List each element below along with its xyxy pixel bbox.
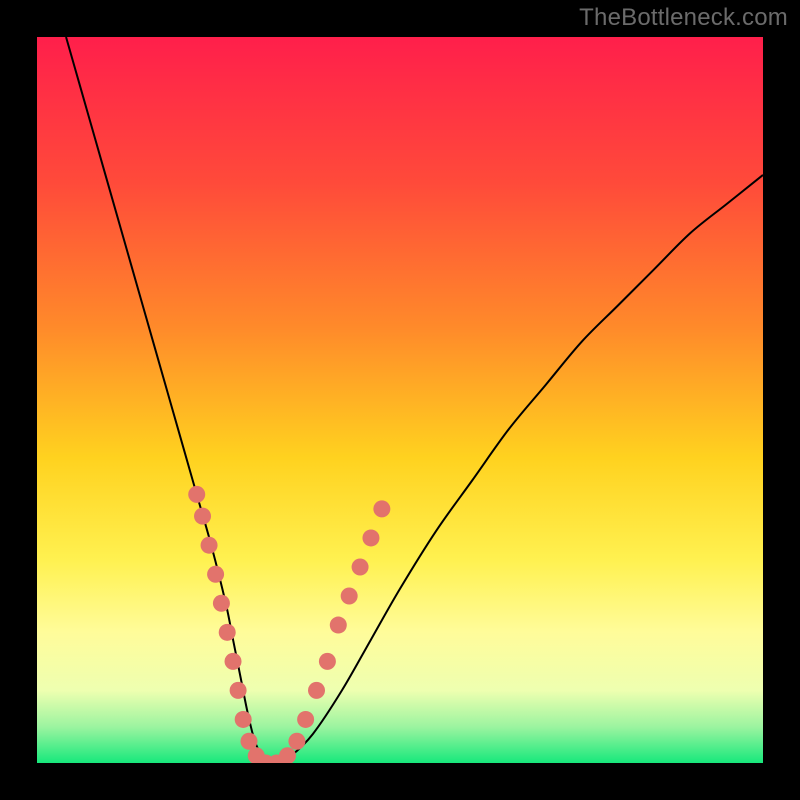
threshold-dot xyxy=(201,537,218,554)
threshold-dot xyxy=(297,711,314,728)
threshold-dot xyxy=(330,617,347,634)
threshold-dot xyxy=(225,653,242,670)
plot-area xyxy=(37,37,763,763)
threshold-dot xyxy=(362,529,379,546)
threshold-dot xyxy=(319,653,336,670)
outer-frame: TheBottleneck.com xyxy=(0,0,800,800)
watermark-text: TheBottleneck.com xyxy=(579,4,788,32)
threshold-dot xyxy=(373,500,390,517)
threshold-dot xyxy=(230,682,247,699)
gradient-background xyxy=(37,37,763,763)
threshold-dot xyxy=(188,486,205,503)
threshold-dot xyxy=(235,711,252,728)
threshold-dot xyxy=(240,733,257,750)
threshold-dot xyxy=(341,588,358,605)
chart-svg xyxy=(37,37,763,763)
threshold-dot xyxy=(207,566,224,583)
threshold-dot xyxy=(352,558,369,575)
threshold-dot xyxy=(288,733,305,750)
threshold-dot xyxy=(194,508,211,525)
threshold-dot xyxy=(308,682,325,699)
threshold-dot xyxy=(219,624,236,641)
threshold-dot xyxy=(213,595,230,612)
